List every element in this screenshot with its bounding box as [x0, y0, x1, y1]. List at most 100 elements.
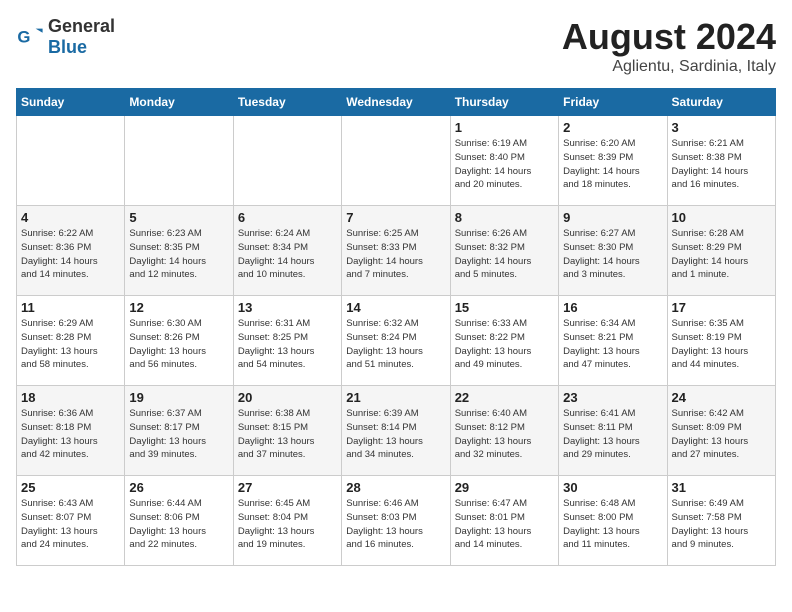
day-cell: [125, 116, 233, 206]
day-cell: 18 Sunrise: 6:36 AM Sunset: 8:18 PM Dayli…: [17, 386, 125, 476]
header-thursday: Thursday: [450, 89, 558, 116]
day-cell: 8 Sunrise: 6:26 AM Sunset: 8:32 PM Daylig…: [450, 206, 558, 296]
day-cell: 23 Sunrise: 6:41 AM Sunset: 8:11 PM Dayli…: [559, 386, 667, 476]
day-cell: 26 Sunrise: 6:44 AM Sunset: 8:06 PM Dayli…: [125, 476, 233, 566]
week-row-1: 1 Sunrise: 6:19 AM Sunset: 8:40 PM Daylig…: [17, 116, 776, 206]
day-number: 13: [238, 300, 337, 315]
day-info: Sunrise: 6:33 AM Sunset: 8:22 PM Dayligh…: [455, 317, 554, 372]
day-cell: 5 Sunrise: 6:23 AM Sunset: 8:35 PM Daylig…: [125, 206, 233, 296]
day-info: Sunrise: 6:46 AM Sunset: 8:03 PM Dayligh…: [346, 497, 445, 552]
day-cell: 1 Sunrise: 6:19 AM Sunset: 8:40 PM Daylig…: [450, 116, 558, 206]
day-number: 19: [129, 390, 228, 405]
day-number: 10: [672, 210, 771, 225]
day-cell: 9Sunrise: 6:27 AM Sunset: 8:30 PM Daylig…: [559, 206, 667, 296]
day-info: Sunrise: 6:36 AM Sunset: 8:18 PM Dayligh…: [21, 407, 120, 462]
day-cell: 31 Sunrise: 6:49 AM Sunset: 7:58 PM Dayli…: [667, 476, 775, 566]
day-cell: 29 Sunrise: 6:47 AM Sunset: 8:01 PM Dayli…: [450, 476, 558, 566]
subtitle: Aglientu, Sardinia, Italy: [562, 58, 776, 76]
day-cell: 22 Sunrise: 6:40 AM Sunset: 8:12 PM Dayli…: [450, 386, 558, 476]
day-number: 5: [129, 210, 228, 225]
day-info: Sunrise: 6:29 AM Sunset: 8:28 PM Dayligh…: [21, 317, 120, 372]
day-info: Sunrise: 6:47 AM Sunset: 8:01 PM Dayligh…: [455, 497, 554, 552]
svg-text:G: G: [17, 28, 30, 47]
day-info: Sunrise: 6:45 AM Sunset: 8:04 PM Dayligh…: [238, 497, 337, 552]
day-number: 26: [129, 480, 228, 495]
day-number: 25: [21, 480, 120, 495]
day-info: Sunrise: 6:26 AM Sunset: 8:32 PM Dayligh…: [455, 227, 554, 282]
week-row-4: 18 Sunrise: 6:36 AM Sunset: 8:18 PM Dayli…: [17, 386, 776, 476]
header-monday: Monday: [125, 89, 233, 116]
logo-icon: G: [16, 23, 44, 51]
day-number: 27: [238, 480, 337, 495]
day-cell: 13Sunrise: 6:31 AM Sunset: 8:25 PM Dayli…: [233, 296, 341, 386]
day-cell: 28 Sunrise: 6:46 AM Sunset: 8:03 PM Dayli…: [342, 476, 450, 566]
day-cell: 19 Sunrise: 6:37 AM Sunset: 8:17 PM Dayli…: [125, 386, 233, 476]
day-number: 14: [346, 300, 445, 315]
header-saturday: Saturday: [667, 89, 775, 116]
day-cell: 12Sunrise: 6:30 AM Sunset: 8:26 PM Dayli…: [125, 296, 233, 386]
day-info: Sunrise: 6:25 AM Sunset: 8:33 PM Dayligh…: [346, 227, 445, 282]
logo-general: General: [48, 16, 115, 36]
day-number: 15: [455, 300, 554, 315]
day-cell: 2Sunrise: 6:20 AM Sunset: 8:39 PM Daylig…: [559, 116, 667, 206]
calendar-table: Sunday Monday Tuesday Wednesday Thursday…: [16, 88, 776, 566]
day-number: 7: [346, 210, 445, 225]
day-cell: 14 Sunrise: 6:32 AM Sunset: 8:24 PM Dayli…: [342, 296, 450, 386]
day-number: 24: [672, 390, 771, 405]
day-info: Sunrise: 6:23 AM Sunset: 8:35 PM Dayligh…: [129, 227, 228, 282]
day-info: Sunrise: 6:42 AM Sunset: 8:09 PM Dayligh…: [672, 407, 771, 462]
day-cell: 16Sunrise: 6:34 AM Sunset: 8:21 PM Dayli…: [559, 296, 667, 386]
day-number: 18: [21, 390, 120, 405]
day-cell: 21Sunrise: 6:39 AM Sunset: 8:14 PM Dayli…: [342, 386, 450, 476]
week-row-2: 4 Sunrise: 6:22 AM Sunset: 8:36 PM Daylig…: [17, 206, 776, 296]
calendar-header: Sunday Monday Tuesday Wednesday Thursday…: [17, 89, 776, 116]
day-number: 21: [346, 390, 445, 405]
day-cell: 15 Sunrise: 6:33 AM Sunset: 8:22 PM Dayli…: [450, 296, 558, 386]
day-info: Sunrise: 6:35 AM Sunset: 8:19 PM Dayligh…: [672, 317, 771, 372]
day-number: 29: [455, 480, 554, 495]
day-info: Sunrise: 6:28 AM Sunset: 8:29 PM Dayligh…: [672, 227, 771, 282]
day-info: Sunrise: 6:43 AM Sunset: 8:07 PM Dayligh…: [21, 497, 120, 552]
day-number: 3: [672, 120, 771, 135]
header-wednesday: Wednesday: [342, 89, 450, 116]
day-number: 1: [455, 120, 554, 135]
header: G General Blue August 2024 Aglientu, Sar…: [16, 16, 776, 76]
day-number: 8: [455, 210, 554, 225]
day-info: Sunrise: 6:40 AM Sunset: 8:12 PM Dayligh…: [455, 407, 554, 462]
day-number: 30: [563, 480, 662, 495]
day-number: 23: [563, 390, 662, 405]
day-cell: 24 Sunrise: 6:42 AM Sunset: 8:09 PM Dayli…: [667, 386, 775, 476]
day-info: Sunrise: 6:48 AM Sunset: 8:00 PM Dayligh…: [563, 497, 662, 552]
day-number: 4: [21, 210, 120, 225]
day-number: 28: [346, 480, 445, 495]
day-cell: [342, 116, 450, 206]
day-number: 22: [455, 390, 554, 405]
day-number: 20: [238, 390, 337, 405]
day-number: 17: [672, 300, 771, 315]
logo-blue: Blue: [48, 37, 87, 57]
week-row-5: 25 Sunrise: 6:43 AM Sunset: 8:07 PM Dayli…: [17, 476, 776, 566]
day-info: Sunrise: 6:32 AM Sunset: 8:24 PM Dayligh…: [346, 317, 445, 372]
day-number: 31: [672, 480, 771, 495]
day-cell: 7 Sunrise: 6:25 AM Sunset: 8:33 PM Daylig…: [342, 206, 450, 296]
day-info: Sunrise: 6:20 AM Sunset: 8:39 PM Dayligh…: [563, 137, 662, 192]
day-info: Sunrise: 6:34 AM Sunset: 8:21 PM Dayligh…: [563, 317, 662, 372]
logo: G General Blue: [16, 16, 115, 58]
calendar-body: 1 Sunrise: 6:19 AM Sunset: 8:40 PM Daylig…: [17, 116, 776, 566]
header-friday: Friday: [559, 89, 667, 116]
day-info: Sunrise: 6:19 AM Sunset: 8:40 PM Dayligh…: [455, 137, 554, 192]
day-cell: 3Sunrise: 6:21 AM Sunset: 8:38 PM Daylig…: [667, 116, 775, 206]
day-cell: 20Sunrise: 6:38 AM Sunset: 8:15 PM Dayli…: [233, 386, 341, 476]
day-cell: [17, 116, 125, 206]
day-info: Sunrise: 6:49 AM Sunset: 7:58 PM Dayligh…: [672, 497, 771, 552]
day-cell: 10 Sunrise: 6:28 AM Sunset: 8:29 PM Dayli…: [667, 206, 775, 296]
day-cell: 6Sunrise: 6:24 AM Sunset: 8:34 PM Daylig…: [233, 206, 341, 296]
day-info: Sunrise: 6:44 AM Sunset: 8:06 PM Dayligh…: [129, 497, 228, 552]
day-cell: 25 Sunrise: 6:43 AM Sunset: 8:07 PM Dayli…: [17, 476, 125, 566]
day-info: Sunrise: 6:41 AM Sunset: 8:11 PM Dayligh…: [563, 407, 662, 462]
header-tuesday: Tuesday: [233, 89, 341, 116]
day-info: Sunrise: 6:37 AM Sunset: 8:17 PM Dayligh…: [129, 407, 228, 462]
day-cell: 4 Sunrise: 6:22 AM Sunset: 8:36 PM Daylig…: [17, 206, 125, 296]
day-info: Sunrise: 6:22 AM Sunset: 8:36 PM Dayligh…: [21, 227, 120, 282]
day-info: Sunrise: 6:24 AM Sunset: 8:34 PM Dayligh…: [238, 227, 337, 282]
